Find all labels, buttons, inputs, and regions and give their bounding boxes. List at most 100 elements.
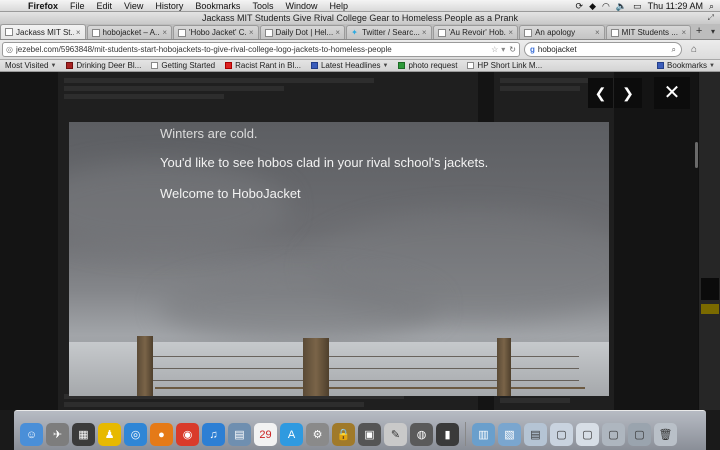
home-icon[interactable]: ⌂ bbox=[686, 44, 702, 55]
stack-icon[interactable]: ▢ bbox=[602, 423, 625, 446]
firefox-icon[interactable]: ● bbox=[150, 423, 173, 446]
app-store-icon[interactable]: A bbox=[280, 423, 303, 446]
menu-edit[interactable]: Edit bbox=[91, 0, 119, 12]
bookmark-drinking-deer[interactable]: Drinking Deer Bl... bbox=[61, 61, 146, 70]
fence-post bbox=[497, 338, 511, 396]
wifi-icon[interactable]: ◠ bbox=[602, 0, 610, 12]
tab-close-icon[interactable]: × bbox=[508, 28, 513, 37]
menu-window[interactable]: Window bbox=[279, 0, 323, 12]
screenshot-stack-icon[interactable]: ▢ bbox=[550, 423, 573, 446]
mac-menu-bar: Firefox File Edit View History Bookmarks… bbox=[0, 0, 720, 12]
related-text-line bbox=[500, 86, 580, 91]
bookmark-hp-short-link[interactable]: HP Short Link M... bbox=[462, 61, 547, 70]
lightbox-close-button[interactable]: ✕ bbox=[654, 77, 690, 109]
chrome-icon[interactable]: ◉ bbox=[176, 423, 199, 446]
dropdown-chevron-icon[interactable]: ▾ bbox=[501, 45, 505, 54]
bookmark-photo-request[interactable]: photo request bbox=[393, 61, 462, 70]
menu-app-name[interactable]: Firefox bbox=[22, 0, 64, 12]
bookmarks-menu-button[interactable]: Bookmarks ▼ bbox=[652, 61, 720, 70]
system-preferences-icon[interactable]: ⚙ bbox=[306, 423, 329, 446]
stack-icon[interactable]: ▢ bbox=[628, 423, 651, 446]
tab-hobo-jacket-c[interactable]: 'Hobo Jacket' C... × bbox=[173, 25, 259, 39]
tab-favicon-icon bbox=[437, 28, 446, 37]
new-tab-button[interactable]: + bbox=[692, 25, 706, 39]
dropbox-icon[interactable]: ◆ bbox=[589, 0, 596, 12]
bookmark-most-visited[interactable]: Most Visited ▼ bbox=[0, 61, 61, 70]
bookmark-favicon-icon bbox=[66, 62, 74, 69]
window-title-bar: Jackass MIT Students Give Rival College … bbox=[0, 12, 720, 24]
bookmark-latest-headlines[interactable]: Latest Headlines ▼ bbox=[306, 61, 394, 70]
tab-label: Twitter / Searc... bbox=[362, 28, 420, 37]
tab-close-icon[interactable]: × bbox=[162, 28, 167, 37]
site-identity-icon[interactable]: ◎ bbox=[6, 45, 13, 54]
aim-icon[interactable]: ♟ bbox=[98, 423, 121, 446]
screen: Firefox File Edit View History Bookmarks… bbox=[0, 0, 720, 450]
fence-wire bbox=[149, 356, 579, 357]
url-text[interactable]: jezebel.com/5963848/mit-students-start-h… bbox=[16, 45, 488, 54]
tab-close-icon[interactable]: × bbox=[595, 28, 600, 37]
tab-close-icon[interactable]: × bbox=[335, 28, 340, 37]
tab-daily-dot[interactable]: Daily Dot | Hel... × bbox=[259, 25, 346, 39]
search-icon[interactable]: ⌕ bbox=[672, 45, 676, 55]
bookmark-label: HP Short Link M... bbox=[477, 61, 543, 70]
menu-bookmarks[interactable]: Bookmarks bbox=[189, 0, 246, 12]
safari-icon[interactable]: ◎ bbox=[124, 423, 147, 446]
tab-favicon-icon bbox=[91, 28, 100, 37]
tab-list-button[interactable]: ▾ bbox=[706, 25, 720, 39]
tab-close-icon[interactable]: × bbox=[422, 28, 427, 37]
menu-file[interactable]: File bbox=[64, 0, 91, 12]
downloads-stack-icon[interactable]: ▤ bbox=[524, 423, 547, 446]
bookmark-getting-started[interactable]: Getting Started bbox=[146, 61, 220, 70]
tab-label: Daily Dot | Hel... bbox=[275, 28, 334, 37]
tab-mit-students[interactable]: MIT Students ... × bbox=[605, 25, 692, 39]
app-icon[interactable]: ▦ bbox=[72, 423, 95, 446]
menu-tools[interactable]: Tools bbox=[246, 0, 279, 12]
url-bar[interactable]: ◎ jezebel.com/5963848/mit-students-start… bbox=[2, 42, 520, 57]
itunes-icon[interactable]: ♫ bbox=[202, 423, 225, 446]
keychain-icon[interactable]: 🔒 bbox=[332, 423, 355, 446]
menu-help[interactable]: Help bbox=[323, 0, 354, 12]
tab-close-icon[interactable]: × bbox=[76, 28, 81, 37]
file-stack-icon[interactable]: ▢ bbox=[576, 423, 599, 446]
tab-an-apology[interactable]: An apology × bbox=[519, 25, 605, 39]
reload-icon[interactable]: ↻ bbox=[509, 45, 516, 54]
bookmarks-icon bbox=[657, 62, 665, 69]
tab-close-icon[interactable]: × bbox=[249, 28, 254, 37]
trash-icon[interactable]: 🗑 bbox=[654, 423, 677, 446]
chevron-down-icon: ▼ bbox=[382, 62, 389, 69]
calendar-icon[interactable]: 29 bbox=[254, 423, 277, 446]
bookmarks-toolbar: Most Visited ▼ Drinking Deer Bl... Getti… bbox=[0, 60, 720, 72]
finder-icon[interactable]: ☺ bbox=[20, 423, 43, 446]
textedit-icon[interactable]: ✎ bbox=[384, 423, 407, 446]
terminal-icon[interactable]: ▮ bbox=[436, 423, 459, 446]
tab-hobojacket[interactable]: hobojacket – A... × bbox=[86, 25, 173, 39]
dvd-player-icon[interactable]: ◍ bbox=[410, 423, 433, 446]
preview-icon[interactable]: ▤ bbox=[228, 423, 251, 446]
tab-au-revoir[interactable]: 'Au Revoir' Hob... × bbox=[432, 25, 519, 39]
tab-favicon-icon bbox=[178, 28, 187, 37]
fullscreen-icon[interactable]: ⤢ bbox=[708, 12, 714, 24]
related-text-line bbox=[500, 78, 600, 83]
lightbox-next-button[interactable]: ❯ bbox=[614, 78, 642, 108]
menu-clock[interactable]: Thu 11:29 AM bbox=[648, 0, 703, 12]
photo-booth-icon[interactable]: ▣ bbox=[358, 423, 381, 446]
menu-view[interactable]: View bbox=[118, 0, 149, 12]
applications-folder-icon[interactable]: ▥ bbox=[472, 423, 495, 446]
search-bar[interactable]: g hobojacket ⌕ bbox=[524, 42, 682, 57]
menu-history[interactable]: History bbox=[149, 0, 189, 12]
bookmark-racist-rant[interactable]: Racist Rant in Bl... bbox=[220, 61, 306, 70]
bookmark-star-icon[interactable]: ☆ bbox=[491, 45, 498, 54]
google-search-icon[interactable]: g bbox=[530, 45, 535, 54]
volume-icon[interactable]: 🔈 bbox=[616, 0, 627, 12]
search-value[interactable]: hobojacket bbox=[538, 45, 672, 54]
tab-favicon-icon bbox=[610, 28, 619, 37]
spotlight-icon[interactable]: ⌕ bbox=[709, 0, 714, 12]
tab-close-icon[interactable]: × bbox=[681, 28, 686, 37]
battery-icon[interactable]: ▭ bbox=[633, 0, 642, 12]
sync-icon[interactable]: ⟳ bbox=[576, 0, 584, 12]
tab-jackass-mit[interactable]: Jackass MIT St... × bbox=[0, 24, 86, 39]
documents-folder-icon[interactable]: ▧ bbox=[498, 423, 521, 446]
tab-twitter-search[interactable]: ✦ Twitter / Searc... × bbox=[346, 25, 432, 39]
lightbox-prev-button[interactable]: ❮ bbox=[588, 78, 614, 108]
launchpad-icon[interactable]: ✈ bbox=[46, 423, 69, 446]
